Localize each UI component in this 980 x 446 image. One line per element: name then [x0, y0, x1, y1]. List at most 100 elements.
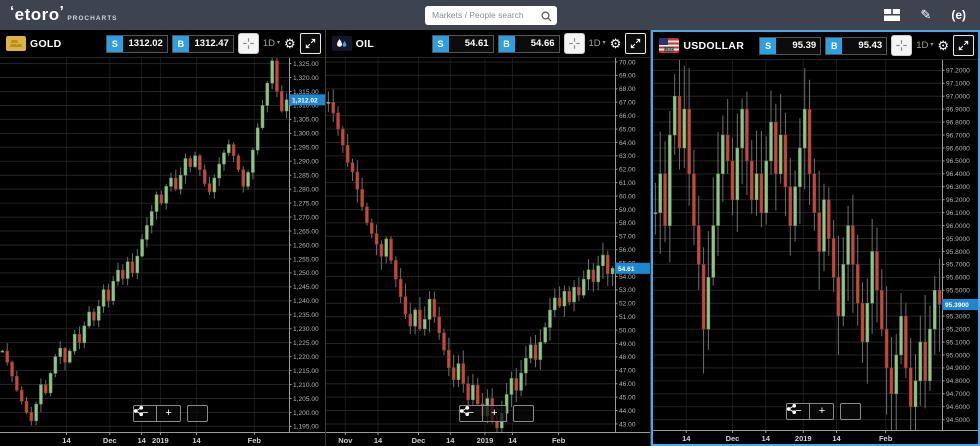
svg-text:69.00: 69.00 [619, 73, 636, 80]
svg-text:1,210.00: 1,210.00 [293, 382, 319, 389]
timeframe-dropdown[interactable]: 1D ▾ [589, 38, 606, 49]
svg-text:66.00: 66.00 [619, 113, 636, 120]
crosshair-button[interactable] [238, 33, 259, 54]
svg-text:52.00: 52.00 [619, 301, 636, 308]
svg-text:1,220.00: 1,220.00 [293, 354, 319, 361]
layout-grid-icon[interactable] [884, 9, 900, 21]
svg-text:97.1000: 97.1000 [946, 81, 970, 88]
svg-text:USD: USD [665, 47, 675, 52]
settings-gear-icon[interactable]: ⚙ [610, 36, 622, 52]
svg-text:95.3000: 95.3000 [946, 313, 970, 320]
timeframe-value: 1D [589, 38, 601, 49]
share-button[interactable] [840, 403, 861, 420]
svg-text:96.6000: 96.6000 [946, 145, 970, 152]
svg-text:14: 14 [62, 436, 71, 445]
zoom-in-button[interactable]: + [157, 405, 181, 422]
svg-text:14: 14 [833, 434, 842, 443]
svg-text:96.0000: 96.0000 [946, 223, 970, 230]
draw-pencil-icon[interactable]: ✎ [920, 7, 931, 23]
settings-gear-icon[interactable]: ⚙ [284, 36, 296, 52]
svg-text:1,250.00: 1,250.00 [293, 270, 319, 277]
svg-text:56.00: 56.00 [619, 247, 636, 254]
svg-text:14: 14 [762, 434, 771, 443]
oil-candlestick-chart[interactable]: 43.0044.0045.0046.0047.0048.0049.0050.00… [326, 58, 651, 446]
svg-text:95.0000: 95.0000 [946, 352, 970, 359]
svg-text:95.3900: 95.3900 [945, 302, 969, 309]
expand-button[interactable] [625, 33, 646, 54]
svg-text:Nov: Nov [338, 436, 353, 445]
svg-text:96.4000: 96.4000 [946, 171, 970, 178]
sell-tag: S [433, 36, 449, 52]
chevron-down-icon: ▾ [603, 39, 606, 46]
zoom-in-button[interactable]: + [483, 405, 507, 422]
svg-text:63.00: 63.00 [619, 153, 636, 160]
svg-text:96.5000: 96.5000 [946, 158, 970, 165]
svg-text:95.7000: 95.7000 [946, 262, 970, 269]
sell-tag: S [107, 36, 123, 52]
buy-button[interactable]: B 1312.47 [172, 35, 234, 53]
svg-text:1,215.00: 1,215.00 [293, 368, 319, 375]
share-button[interactable] [513, 405, 534, 422]
svg-text:14: 14 [192, 436, 201, 445]
sell-button[interactable]: S 1312.02 [106, 35, 168, 53]
zoom-in-button[interactable]: + [810, 403, 834, 420]
search-box[interactable] [425, 5, 557, 24]
etoro-wordmark: ‘etoro’ [10, 5, 64, 25]
svg-text:49.00: 49.00 [619, 341, 636, 348]
svg-text:1,312.02: 1,312.02 [292, 97, 318, 104]
crosshair-button[interactable] [891, 35, 912, 56]
buy-price: 1312.47 [189, 38, 233, 49]
crosshair-button[interactable] [564, 33, 585, 54]
chart-panel-usdollar: USD USDOLLAR S 95.39 B 95.43 1D ▾ ⚙ [651, 30, 980, 446]
chevron-down-icon: ▾ [277, 39, 280, 46]
svg-text:60.00: 60.00 [619, 193, 636, 200]
chart-panel-gold: GOLD S 1312.02 B 1312.47 1D ▾ ⚙ 1,195.00… [0, 30, 326, 446]
sell-button[interactable]: S 54.61 [432, 35, 494, 53]
panel-header-oil: OIL S 54.61 B 54.66 1D ▾ ⚙ [326, 30, 651, 58]
usdollar-instrument-icon: USD [659, 38, 679, 53]
search-icon [541, 9, 552, 27]
svg-text:97.2000: 97.2000 [946, 68, 970, 75]
svg-text:1,260.00: 1,260.00 [293, 242, 319, 249]
expand-button[interactable] [953, 35, 974, 56]
share-button[interactable] [187, 405, 208, 422]
etoro-logo[interactable]: ‘etoro’ PROCHARTS [10, 5, 118, 25]
svg-text:94.7000: 94.7000 [946, 391, 970, 398]
svg-text:67.00: 67.00 [619, 100, 636, 107]
timeframe-value: 1D [263, 38, 275, 49]
timeframe-dropdown[interactable]: 1D ▾ [916, 40, 933, 51]
svg-text:59.00: 59.00 [619, 207, 636, 214]
svg-text:1,320.00: 1,320.00 [293, 75, 319, 82]
svg-text:1,270.00: 1,270.00 [293, 214, 319, 221]
svg-text:62.00: 62.00 [619, 167, 636, 174]
usdollar-candlestick-chart[interactable]: 94.500094.600094.700094.800094.900095.00… [653, 60, 978, 444]
svg-text:2019: 2019 [476, 436, 493, 445]
svg-text:94.5000: 94.5000 [946, 417, 970, 424]
svg-text:Feb: Feb [552, 436, 566, 445]
timeframe-dropdown[interactable]: 1D ▾ [263, 38, 280, 49]
settings-gear-icon[interactable]: ⚙ [937, 38, 949, 54]
buy-tag: B [499, 36, 515, 52]
svg-text:68.00: 68.00 [619, 86, 636, 93]
gold-candlestick-chart[interactable]: 1,195.001,200.001,205.001,210.001,215.00… [0, 58, 325, 446]
buy-button[interactable]: B 95.43 [825, 37, 887, 55]
chart-zoom-controls: − + [133, 405, 208, 422]
instrument-name: GOLD [30, 38, 62, 50]
buy-price: 95.43 [842, 40, 886, 51]
svg-text:1,275.00: 1,275.00 [293, 200, 319, 207]
svg-text:94.9000: 94.9000 [946, 365, 970, 372]
svg-text:1,240.00: 1,240.00 [293, 298, 319, 305]
svg-text:43.00: 43.00 [619, 421, 636, 428]
sell-price: 95.39 [776, 40, 820, 51]
expand-button[interactable] [300, 33, 321, 54]
svg-text:97.0000: 97.0000 [946, 94, 970, 101]
buy-button[interactable]: B 54.66 [498, 35, 560, 53]
svg-text:1,235.00: 1,235.00 [293, 312, 319, 319]
sell-button[interactable]: S 95.39 [759, 37, 821, 55]
expand-icon [957, 39, 970, 52]
buy-price: 54.66 [515, 38, 559, 49]
etoro-mark-icon[interactable]: (e) [951, 8, 966, 22]
svg-text:14: 14 [682, 434, 691, 443]
search-input[interactable] [425, 6, 557, 25]
chart-zoom-controls: − + [786, 403, 861, 420]
